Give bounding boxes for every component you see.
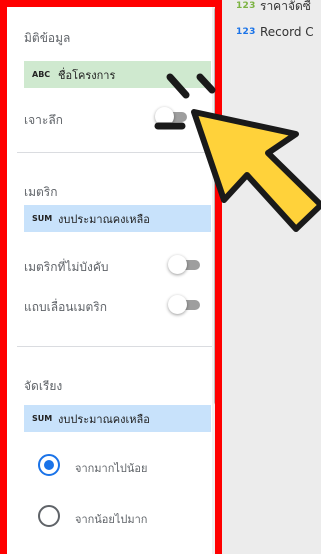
- sort-ascending-label[interactable]: จากน้อยไปมาก: [75, 510, 147, 528]
- field-list-area: 123 ราคาจัดซื้ 123 Record C: [222, 0, 321, 554]
- metric-slider-toggle[interactable]: [168, 295, 202, 315]
- sum-aggregation-icon: SUM: [32, 414, 53, 423]
- metric-slider-label: แถบเลื่อนเมตริก: [24, 300, 107, 314]
- sort-field-chip[interactable]: SUM งบประมาณคงเหลือ: [24, 405, 211, 432]
- panel-scrollbar-thumb[interactable]: [214, 7, 215, 405]
- metric-chip[interactable]: SUM งบประมาณคงเหลือ: [24, 205, 211, 232]
- dimension-section-title: มิติข้อมูล: [24, 31, 71, 45]
- number-type-icon: 123: [236, 1, 256, 11]
- dimension-chip[interactable]: ABC ชื่อโครงการ: [24, 61, 211, 88]
- sort-ascending-radio[interactable]: [38, 505, 60, 527]
- optional-metrics-toggle[interactable]: [168, 255, 202, 275]
- drill-down-label: เจาะลึก: [24, 113, 63, 127]
- optional-metrics-label: เมตริกที่ไม่บังคับ: [24, 260, 109, 274]
- field-row[interactable]: 123 ราคาจัดซื้: [236, 0, 311, 16]
- sort-field-chip-label: งบประมาณคงเหลือ: [58, 412, 150, 426]
- dimension-chip-label: ชื่อโครงการ: [58, 68, 116, 82]
- sum-aggregation-icon: SUM: [32, 214, 53, 223]
- metric-chip-label: งบประมาณคงเหลือ: [58, 212, 150, 226]
- number-type-icon: 123: [236, 27, 256, 37]
- section-divider: [17, 152, 213, 153]
- setup-panel: มิติข้อมูล ABC ชื่อโครงการ เจาะลึก เมตริ…: [0, 0, 222, 554]
- metric-section-title: เมตริก: [24, 185, 58, 199]
- field-label: Record C: [260, 25, 314, 39]
- drill-down-toggle[interactable]: [155, 107, 189, 127]
- section-divider: [17, 346, 213, 347]
- sort-descending-label[interactable]: จากมากไปน้อย: [75, 459, 147, 477]
- setup-panel-content: มิติข้อมูล ABC ชื่อโครงการ เจาะลึก เมตริ…: [7, 7, 215, 554]
- text-type-icon: ABC: [32, 70, 51, 79]
- field-row[interactable]: 123 Record C: [236, 22, 314, 42]
- toggle-knob: [168, 295, 187, 314]
- toggle-knob: [168, 255, 187, 274]
- sort-section-title: จัดเรียง: [24, 379, 63, 393]
- field-label: ราคาจัดซื้: [260, 0, 311, 13]
- sort-descending-radio[interactable]: [38, 454, 60, 476]
- toggle-knob: [155, 107, 174, 126]
